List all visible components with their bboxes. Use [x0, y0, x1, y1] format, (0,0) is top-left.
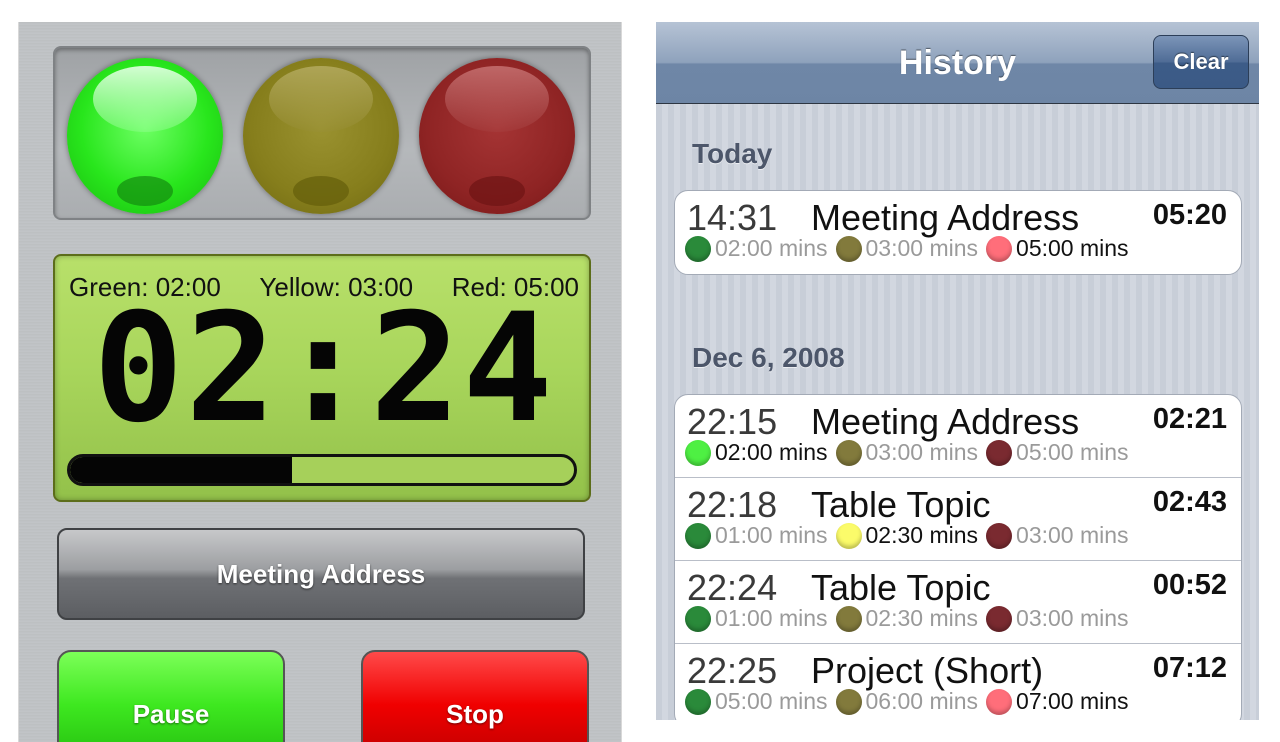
navigation-bar: History Clear [656, 22, 1259, 104]
yellow-mark: 02:30 mins [835, 605, 979, 632]
red-light-dot-icon [986, 688, 1013, 715]
history-row[interactable]: 22:25 Project (Short) 07:12 05:00 mins 06:00… [675, 644, 1241, 720]
entry-start-time: 22:24 [687, 567, 778, 608]
red-light-dot-icon [986, 522, 1013, 549]
yellow-light-dot-icon [835, 235, 862, 262]
entry-duration: 00:52 [1152, 569, 1227, 601]
red-mark: 07:00 mins [986, 688, 1129, 715]
timer-screen: Green: 02:00 Yellow: 03:00 Red: 05:00 02… [18, 22, 622, 742]
entry-start-time: 22:25 [687, 650, 778, 691]
pause-button[interactable]: Pause [57, 650, 285, 742]
red-light-dot-icon [986, 439, 1013, 466]
yellow-mark: 03:00 mins [835, 439, 979, 466]
green-mark: 02:00 mins [685, 439, 828, 466]
green-light-dot-icon [685, 439, 711, 466]
entry-light-marks: 02:00 mins 03:00 mins 05:00 mins [685, 439, 1137, 466]
green-light-dot-icon [685, 605, 711, 632]
green-light-icon [67, 58, 223, 214]
progress-fill [70, 457, 292, 483]
history-row[interactable]: 22:15 Meeting Address 02:21 02:00 mins 03:00… [675, 395, 1241, 478]
entry-light-marks: 05:00 mins 06:00 mins 07:00 mins [685, 688, 1137, 715]
green-light-dot-icon [685, 522, 711, 549]
progress-bar [67, 454, 577, 486]
entry-speech-type: Table Topic [811, 567, 991, 608]
yellow-threshold-text: 03:00 mins [865, 439, 979, 465]
green-threshold-text: 01:00 mins [715, 522, 828, 548]
entry-start-time: 22:18 [687, 484, 778, 525]
timer-display: Green: 02:00 Yellow: 03:00 Red: 05:00 02… [53, 254, 591, 502]
green-mark: 01:00 mins [685, 605, 828, 632]
history-group-today: 14:31 Meeting Address 05:20 02:00 mins 03:00… [674, 190, 1242, 275]
entry-start-time: 14:31 [687, 197, 778, 238]
history-row[interactable]: 22:18 Table Topic 02:43 01:00 mins 02:30 min… [675, 478, 1241, 561]
clear-button[interactable]: Clear [1153, 35, 1249, 89]
yellow-light-dot-icon [835, 439, 862, 466]
entry-duration: 02:43 [1152, 486, 1227, 518]
entry-start-time: 22:15 [687, 401, 778, 442]
yellow-light-dot-icon [835, 522, 862, 549]
section-header-dec-6-2008: Dec 6, 2008 [692, 342, 845, 373]
yellow-mark: 02:30 mins [835, 522, 979, 549]
entry-duration: 07:12 [1152, 652, 1227, 684]
entry-speech-type: Meeting Address [811, 401, 1080, 442]
green-threshold-text: 02:00 mins [715, 439, 828, 465]
red-mark: 05:00 mins [986, 235, 1129, 262]
entry-speech-type: Meeting Address [811, 197, 1080, 238]
history-row[interactable]: 14:31 Meeting Address 05:20 02:00 mins 03:00… [675, 191, 1241, 274]
yellow-light-dot-icon [835, 605, 862, 632]
red-threshold-text: 05:00 mins [1016, 235, 1129, 261]
entry-light-marks: 01:00 mins 02:30 mins 03:00 mins [685, 605, 1137, 632]
green-threshold-text: 05:00 mins [715, 688, 828, 714]
red-threshold-text: 03:00 mins [1016, 522, 1129, 548]
red-light-dot-icon [986, 235, 1013, 262]
red-mark: 03:00 mins [986, 522, 1129, 549]
yellow-mark: 06:00 mins [835, 688, 979, 715]
green-light-dot-icon [685, 235, 711, 262]
green-mark: 01:00 mins [685, 522, 828, 549]
stop-button[interactable]: Stop [361, 650, 589, 742]
green-threshold-text: 02:00 mins [715, 235, 828, 261]
yellow-threshold-text: 06:00 mins [865, 688, 979, 714]
entry-duration: 02:21 [1152, 403, 1227, 435]
elapsed-time: 02:24 [93, 282, 555, 456]
entry-duration: 05:20 [1152, 199, 1227, 231]
history-row[interactable]: 22:24 Table Topic 00:52 01:00 mins 02:30 min… [675, 561, 1241, 644]
traffic-light-panel [53, 46, 591, 220]
entry-light-marks: 02:00 mins 03:00 mins 05:00 mins [685, 235, 1137, 262]
entry-speech-type: Table Topic [811, 484, 991, 525]
green-light-dot-icon [685, 688, 711, 715]
red-light-icon [419, 58, 575, 214]
entry-light-marks: 01:00 mins 02:30 mins 03:00 mins [685, 522, 1137, 549]
section-header-today: Today [692, 138, 773, 169]
yellow-threshold-text: 02:30 mins [865, 605, 979, 631]
yellow-light-icon [243, 58, 399, 214]
history-group-dec-6-2008: 22:15 Meeting Address 02:21 02:00 mins 03:00… [674, 394, 1242, 720]
yellow-threshold-text: 03:00 mins [865, 235, 979, 261]
yellow-light-dot-icon [835, 688, 862, 715]
red-threshold-text: 07:00 mins [1016, 688, 1129, 714]
yellow-threshold-text: 02:30 mins [865, 522, 979, 548]
yellow-mark: 03:00 mins [835, 235, 979, 262]
red-mark: 05:00 mins [986, 439, 1129, 466]
red-light-dot-icon [986, 605, 1013, 632]
green-mark: 05:00 mins [685, 688, 828, 715]
green-threshold-text: 01:00 mins [715, 605, 828, 631]
red-threshold-text: 05:00 mins [1016, 439, 1129, 465]
speech-type-button[interactable]: Meeting Address [57, 528, 585, 620]
history-screen: History Clear Today 14:31 Meeting Address… [656, 22, 1259, 720]
entry-speech-type: Project (Short) [811, 650, 1044, 691]
red-mark: 03:00 mins [986, 605, 1129, 632]
green-mark: 02:00 mins [685, 235, 828, 262]
red-threshold-text: 03:00 mins [1016, 605, 1129, 631]
